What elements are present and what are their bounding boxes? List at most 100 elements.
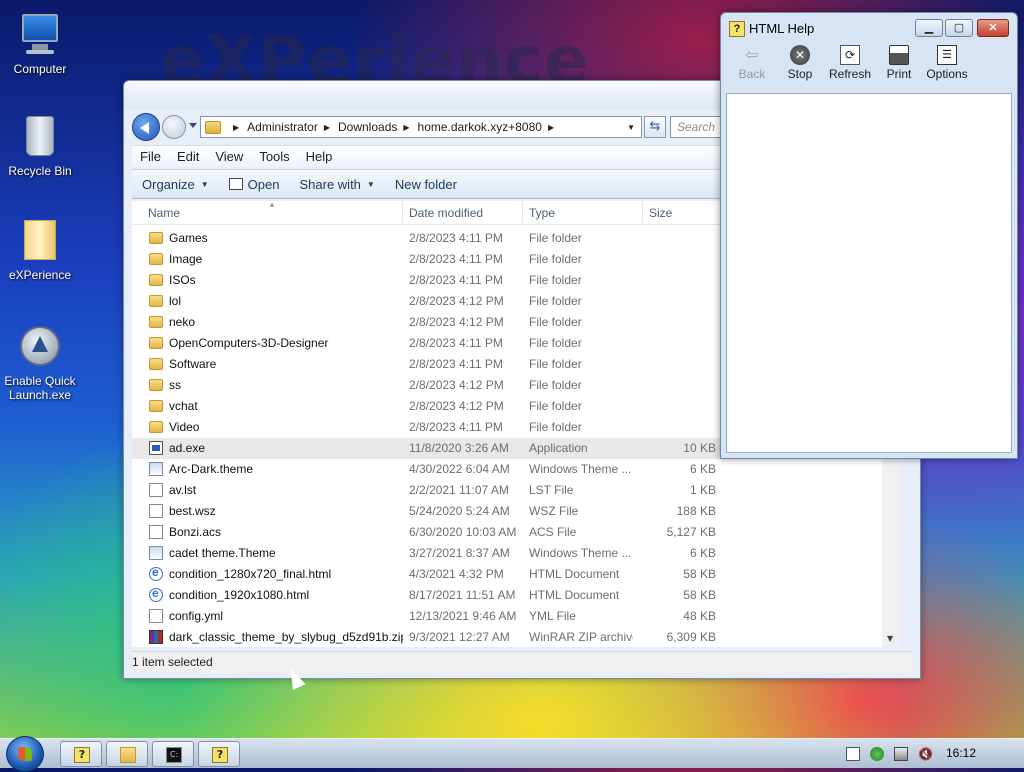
file-date: 2/8/2023 4:11 PM [409,231,503,245]
file-size: 58 KB [683,567,716,581]
taskbar: ? C: ? 🔇 16:12 [0,736,1024,772]
taskbar-button-help[interactable]: ? [60,741,102,767]
table-row[interactable]: Bonzi.acs 6/30/2020 10:03 AM ACS File 5,127… [132,522,900,543]
table-row[interactable]: condition_1280x720_final.html 4/3/2021 4:… [132,564,900,585]
file-date: 2/8/2023 4:11 PM [409,273,503,287]
chevron-right-icon[interactable]: ▶ [324,123,330,132]
help-content-pane[interactable] [726,93,1012,453]
column-type[interactable]: Type [529,206,555,220]
volume-muted-icon[interactable]: 🔇 [918,747,933,761]
file-type: File folder [529,378,582,392]
file-type: File folder [529,273,582,287]
desktop-icon-label: Enable Quick Launch.exe [4,374,76,402]
menu-help[interactable]: Help [298,146,341,167]
table-row[interactable]: cadet theme.Theme 3/27/2021 8:37 AM Window… [132,543,900,564]
forward-button[interactable] [162,115,186,139]
maximize-button[interactable]: ▢ [945,19,973,37]
html-help-window[interactable]: ? HTML Help ▁ ▢ ✕ ⇦ Back ✕ Stop ⟳ Refres… [720,12,1018,459]
breadcrumb-downloads[interactable]: Downloads [338,120,397,134]
chevron-right-icon[interactable]: ▶ [403,123,409,132]
file-type: LST File [529,483,574,497]
folder-icon [149,337,163,349]
desktop-icon-recycle-bin[interactable]: Recycle Bin [0,112,80,178]
computer-icon [16,10,64,58]
help-stop-label: Stop [787,67,813,81]
column-divider[interactable] [642,201,643,223]
chevron-down-icon[interactable]: ▼ [627,123,635,132]
refresh-button[interactable]: ⇆ [644,116,666,138]
file-name: OpenComputers-3D-Designer [169,336,329,350]
desktop-icon-experience[interactable]: eXPerience [0,216,80,282]
help-refresh-button[interactable]: ⟳ Refresh [825,45,875,81]
clock[interactable]: 16:12 [946,746,976,760]
open-button[interactable]: Open [219,177,290,192]
file-size: 6 KB [689,546,716,560]
address-bar[interactable]: ▶ Administrator ▶ Downloads ▶ home.darko… [200,116,642,138]
chevron-right-icon[interactable]: ▶ [233,123,239,132]
folder-icon [149,253,163,265]
share-with-label: Share with [299,176,361,192]
folder-icon [149,400,163,412]
column-date[interactable]: Date modified [409,206,483,220]
network-icon[interactable] [894,747,908,761]
column-divider[interactable] [522,201,523,223]
start-button[interactable] [6,736,44,772]
desktop-icon-label: eXPerience [8,268,72,282]
help-stop-button[interactable]: ✕ Stop [775,45,825,81]
file-type: WSZ File [529,504,579,518]
file-name: neko [169,315,196,329]
organize-button[interactable]: Organize ▼ [132,177,219,192]
breadcrumb-administrator[interactable]: Administrator [247,120,318,134]
scroll-down-icon[interactable]: ▼ [887,634,893,643]
table-row[interactable]: best.wsz 5/24/2020 5:24 AM WSZ File 188 KB [132,501,900,522]
file-type: YML File [529,609,576,623]
file-type: File folder [529,315,582,329]
minimize-button[interactable]: ▁ [915,19,943,37]
recent-pages-dropdown[interactable] [189,123,197,128]
file-date: 2/2/2021 11:07 AM [409,483,509,497]
file-type: File folder [529,357,582,371]
file-date: 4/3/2021 4:32 PM [409,567,504,581]
taskbar-button-help-2[interactable]: ? [198,741,240,767]
table-row[interactable]: Arc-Dark.theme 4/30/2022 6:04 AM Windows T… [132,459,900,480]
menu-file[interactable]: File [132,146,169,167]
file-name: best.wsz [169,504,216,518]
breadcrumb-current[interactable]: home.darkok.xyz+8080 [418,120,542,134]
chevron-right-icon[interactable]: ▶ [548,123,554,132]
file-size: 1 KB [689,483,716,497]
desktop-icon-enable-quick-launch[interactable]: Enable Quick Launch.exe [0,322,80,402]
file-name: Bonzi.acs [169,525,222,539]
taskbar-button-cmd[interactable]: C: [152,741,194,767]
file-date: 2/8/2023 4:12 PM [409,315,504,329]
file-date: 4/30/2022 6:04 AM [409,462,510,476]
file-date: 3/27/2021 8:37 AM [409,546,510,560]
back-button[interactable] [132,113,160,141]
options-icon: ☰ [937,45,957,65]
new-folder-button[interactable]: New folder [385,177,467,192]
action-center-icon[interactable] [846,747,860,761]
share-with-button[interactable]: Share with ▼ [289,177,384,192]
menu-view[interactable]: View [207,146,251,167]
help-back-button[interactable]: ⇦ Back [727,45,777,81]
menu-tools[interactable]: Tools [251,146,297,167]
table-row[interactable]: av.lst 2/2/2021 11:07 AM LST File 1 KB [132,480,900,501]
taskbar-button-explorer[interactable] [106,741,148,767]
desktop-icon-computer[interactable]: Computer [0,10,80,76]
column-divider[interactable] [402,201,403,223]
desktop-icon-label: Recycle Bin [8,164,72,178]
file-date: 2/8/2023 4:11 PM [409,336,503,350]
help-titlebar[interactable]: ? HTML Help ▁ ▢ ✕ [721,13,1017,45]
close-button[interactable]: ✕ [977,19,1009,37]
security-shield-icon[interactable] [870,747,884,761]
file-icon [149,609,163,623]
file-name: lol [169,294,182,308]
help-print-button[interactable]: Print [874,45,924,81]
table-row[interactable]: config.yml 12/13/2021 9:46 AM YML File 48 K… [132,606,900,627]
file-name: Software [169,357,217,371]
help-options-button[interactable]: ☰ Options [922,45,972,81]
menu-edit[interactable]: Edit [169,146,207,167]
column-name[interactable]: Name [148,206,180,220]
table-row[interactable]: condition_1920x1080.html 8/17/2021 11:51 … [132,585,900,606]
column-size[interactable]: Size [649,206,672,220]
table-row[interactable]: dark_classic_theme_by_slybug_d5zd91b.zip… [132,627,900,647]
